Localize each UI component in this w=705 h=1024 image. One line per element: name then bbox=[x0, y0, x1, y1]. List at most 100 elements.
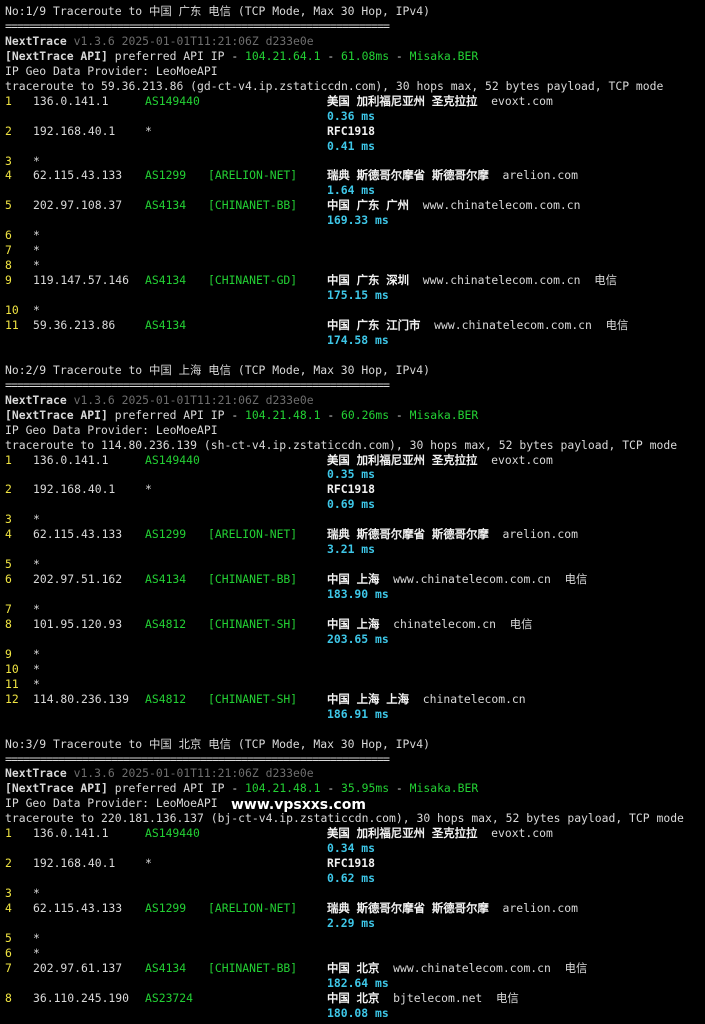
api-text: preferred API IP - bbox=[107, 407, 246, 422]
hop-ip: 62.115.43.133 bbox=[33, 527, 123, 542]
hop-isp: 电信 bbox=[605, 317, 629, 332]
hop-asn: AS4134 bbox=[145, 572, 187, 587]
api-dash: - bbox=[320, 48, 342, 63]
hop-asn: AS4134 bbox=[145, 960, 187, 975]
app-header: NextTrace v1.3.6 2025-01-01T11:21:06Z d2… bbox=[5, 766, 314, 781]
hop-number: 7 bbox=[5, 602, 12, 616]
separator-line: ========================================… bbox=[5, 378, 390, 393]
hop-ip: 101.95.120.93 bbox=[33, 616, 123, 631]
api-tag: [NextTrace API] bbox=[5, 781, 108, 796]
traceroute-target: traceroute to 59.36.213.86 (gd-ct-v4.ip.… bbox=[5, 78, 664, 93]
hop-ip: * bbox=[33, 258, 40, 273]
hop-network: [CHINANET-BB] bbox=[208, 198, 298, 213]
hop-geo: 中国 广东 广州 bbox=[327, 198, 410, 213]
hop-number: 1 bbox=[5, 93, 12, 108]
hop-domain: bjtelecom.net bbox=[393, 990, 483, 1005]
hop-geo-info: 瑞典 斯德哥尔摩省 斯德哥尔摩 arelion.com bbox=[327, 527, 578, 542]
hop-domain: evoxt.com bbox=[491, 452, 553, 467]
section-title-text: No:3/9 Traceroute to 中国 北京 电信 (TCP Mode,… bbox=[5, 736, 430, 751]
hop-asn: AS4134 bbox=[145, 273, 187, 288]
hop-geo-info: 美国 加利福尼亚州 圣克拉拉 evoxt.com bbox=[327, 453, 553, 468]
separator: ========================================… bbox=[5, 18, 390, 33]
hop-latency: 1.64 ms bbox=[327, 183, 376, 198]
hop-geo-info: 中国 广东 深圳 www.chinatelecom.com.cn 电信 bbox=[327, 273, 617, 288]
hop-domain: chinatelecom.cn bbox=[422, 691, 526, 706]
hop-domain: www.chinatelecom.com.cn bbox=[393, 960, 551, 975]
hop-number: 6 bbox=[5, 228, 12, 243]
hop-geo-info: 中国 北京 www.chinatelecom.com.cn 电信 bbox=[327, 961, 587, 976]
geo-provider: IP Geo Data Provider: LeoMoeAPI bbox=[5, 63, 218, 78]
api-latency: 35.95ms bbox=[341, 781, 390, 796]
hop-ip: 36.110.245.190 bbox=[33, 990, 130, 1005]
app-header: NextTrace v1.3.6 2025-01-01T11:21:06Z d2… bbox=[5, 393, 314, 408]
hop-geo: 美国 加利福尼亚州 圣克拉拉 bbox=[327, 452, 478, 467]
hop-geo: 中国 广东 深圳 bbox=[327, 273, 410, 288]
hop-latency: 180.08 ms bbox=[327, 1005, 389, 1020]
hop-ip: * bbox=[33, 646, 40, 661]
hop-domain: www.chinatelecom.com.cn bbox=[422, 198, 581, 213]
hop-latency: 0.41 ms bbox=[327, 138, 376, 153]
api-latency: 61.08ms bbox=[341, 48, 390, 63]
hop-network: [CHINANET-SH] bbox=[208, 616, 298, 631]
hop-ip: * bbox=[33, 930, 40, 945]
hop-isp: 电信 bbox=[564, 960, 588, 975]
app-version: v1.3.6 2025-01-01T11:21:06Z d233e0e bbox=[73, 392, 314, 407]
hop-number: 8 bbox=[5, 616, 12, 631]
hop-asn: AS1299 bbox=[145, 527, 187, 542]
hop-asn: * bbox=[145, 123, 152, 138]
hop-number: 5 bbox=[5, 557, 12, 572]
hop-network: [CHINANET-BB] bbox=[208, 960, 298, 975]
api-ip: 104.21.48.1 bbox=[245, 407, 321, 422]
terminal-window[interactable]: No:1/9 Traceroute to 中国 广东 电信 (TCP Mode,… bbox=[0, 0, 705, 1024]
hop-geo: 美国 加利福尼亚州 圣克拉拉 bbox=[327, 826, 478, 841]
app-version: v1.3.6 2025-01-01T11:21:06Z d233e0e bbox=[73, 33, 314, 48]
hop-geo: 中国 广东 江门市 bbox=[327, 317, 421, 332]
hop-number: 3 bbox=[5, 886, 12, 901]
traceroute-target: traceroute to 220.181.136.137 (bj-ct-v4.… bbox=[5, 811, 684, 826]
hop-geo: 中国 上海 上海 bbox=[327, 691, 410, 706]
hop-geo-info: 中国 上海 chinatelecom.cn 电信 bbox=[327, 617, 533, 632]
app-name: NextTrace bbox=[5, 33, 67, 48]
watermark: www.vpsxxs.com bbox=[231, 797, 366, 813]
traceroute-target: traceroute to 114.80.236.139 (sh-ct-v4.i… bbox=[5, 437, 678, 452]
api-line: [NextTrace API] preferred API IP - 104.2… bbox=[5, 49, 478, 64]
hop-ip: 136.0.141.1 bbox=[33, 93, 109, 108]
hop-number: 5 bbox=[5, 930, 12, 945]
hop-geo-info: RFC1918 bbox=[327, 124, 375, 139]
hop-geo-info: 中国 广东 广州 www.chinatelecom.com.cn bbox=[327, 198, 581, 213]
hop-isp: 电信 bbox=[509, 616, 533, 631]
geo-provider: IP Geo Data Provider: LeoMoeAPI bbox=[5, 796, 218, 811]
hop-geo-info: 中国 北京 bjtelecom.net 电信 bbox=[327, 991, 519, 1006]
hop-asn: AS149440 bbox=[145, 452, 200, 467]
hop-asn: * bbox=[145, 482, 152, 497]
hop-isp: 电信 bbox=[564, 572, 588, 587]
hop-number: 9 bbox=[5, 273, 12, 288]
traceroute-target-line: traceroute to 59.36.213.86 (gd-ct-v4.ip.… bbox=[5, 79, 663, 94]
hop-number: 7 bbox=[5, 243, 12, 258]
hop-asn: AS4134 bbox=[145, 198, 187, 213]
geo-provider: IP Geo Data Provider: LeoMoeAPI bbox=[5, 422, 218, 437]
hop-latency: 169.33 ms bbox=[327, 213, 389, 228]
api-ip: 104.21.64.1 bbox=[245, 48, 321, 63]
hop-network: [ARELION-NET] bbox=[208, 168, 298, 183]
hop-ip: 202.97.61.137 bbox=[33, 960, 123, 975]
hop-ip: 192.168.40.1 bbox=[33, 123, 116, 138]
hop-domain: www.chinatelecom.com.cn bbox=[393, 572, 551, 587]
hop-geo-info: 美国 加利福尼亚州 圣克拉拉 evoxt.com bbox=[327, 94, 553, 109]
hop-number: 4 bbox=[5, 168, 12, 183]
api-dash: - bbox=[320, 781, 342, 796]
hop-ip: * bbox=[33, 228, 40, 243]
api-node: Misaka.BER bbox=[409, 781, 479, 796]
geo-provider-line: IP Geo Data Provider: LeoMoeAPI bbox=[5, 796, 218, 811]
hop-geo-info: 瑞典 斯德哥尔摩省 斯德哥尔摩 arelion.com bbox=[327, 168, 578, 183]
hop-latency: 182.64 ms bbox=[327, 975, 389, 990]
hop-ip: 136.0.141.1 bbox=[33, 452, 109, 467]
api-dash: - bbox=[320, 407, 342, 422]
hop-ip: 62.115.43.133 bbox=[33, 901, 123, 915]
hop-domain: www.chinatelecom.com.cn bbox=[434, 317, 592, 332]
hop-latency: 203.65 ms bbox=[327, 631, 389, 646]
hop-latency: 174.58 ms bbox=[327, 332, 389, 347]
hop-number: 8 bbox=[5, 258, 12, 273]
hop-number: 1 bbox=[5, 452, 12, 467]
hop-asn: AS149440 bbox=[145, 93, 200, 108]
